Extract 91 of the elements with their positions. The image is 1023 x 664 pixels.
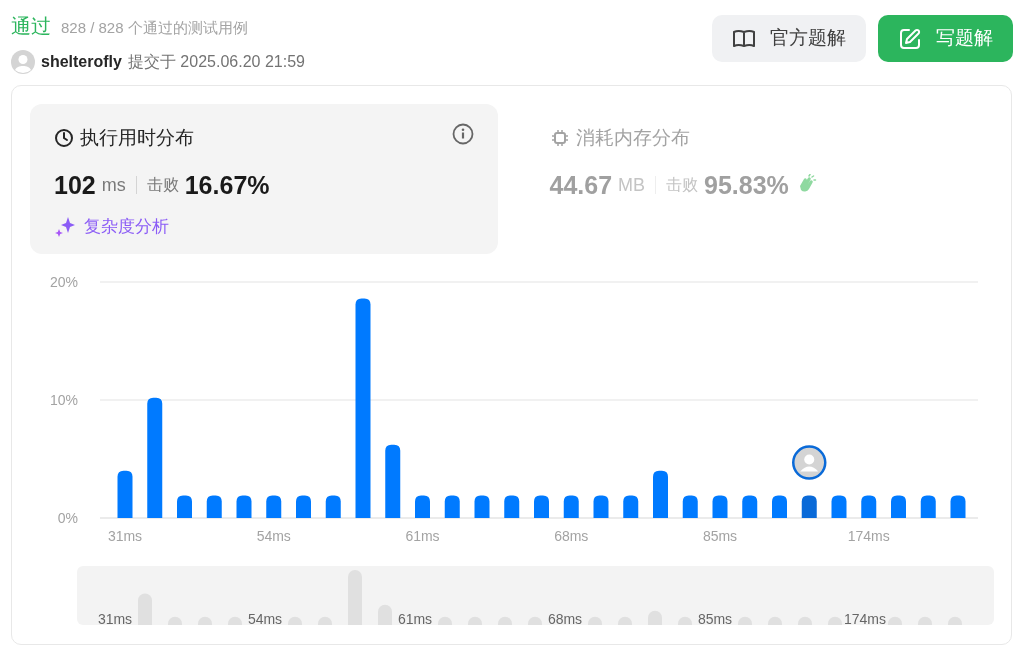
y-axis-label: 0% (57, 510, 78, 526)
x-axis-label: 61ms (405, 528, 440, 544)
metric-title: 执行用时分布 (80, 126, 194, 150)
y-axis-label: 20% (49, 274, 78, 290)
navigator-bar (828, 616, 842, 625)
info-icon[interactable] (451, 123, 474, 145)
histogram-bar[interactable] (296, 495, 311, 518)
histogram-bar[interactable] (682, 495, 698, 518)
histogram-bar[interactable] (444, 495, 460, 518)
navigator-bar (798, 616, 812, 625)
x-axis-label: 85ms (702, 528, 738, 544)
submission-avatar-marker (792, 445, 827, 480)
navigator-bar (198, 616, 212, 625)
metric-title: 消耗内存分布 (575, 126, 690, 150)
navigator-bar (138, 593, 152, 625)
navigator-bar (618, 616, 632, 625)
histogram-bar[interactable] (504, 495, 520, 518)
metric-value: 102 (54, 169, 96, 201)
x-axis-label: 54ms (256, 528, 291, 544)
navigator-bar (528, 616, 542, 625)
navigator-label: 68ms (547, 611, 583, 625)
navigator-bar (348, 569, 362, 625)
sparkle-icon (54, 215, 76, 238)
navigator-bar (378, 604, 392, 625)
clock-icon (54, 128, 74, 149)
navigator-bar (678, 616, 692, 625)
histogram-bar[interactable] (861, 495, 877, 518)
navigator-bar (468, 616, 482, 625)
metric-unit: MB (618, 173, 646, 197)
histogram-bar[interactable] (742, 495, 758, 518)
histogram-bar[interactable] (474, 495, 490, 518)
histogram-bar[interactable] (177, 495, 192, 518)
username[interactable]: shelterofly (41, 50, 122, 74)
navigator-label: 61ms (397, 611, 433, 625)
navigator-bar (288, 616, 302, 625)
avatar-icon (11, 50, 35, 74)
histogram-bar[interactable] (623, 495, 639, 518)
navigator-label: 174ms (844, 611, 886, 625)
histogram-bar[interactable] (831, 495, 847, 518)
histogram-bar[interactable] (950, 495, 966, 518)
histogram-bar[interactable] (236, 495, 252, 518)
beats-label: 击败 (146, 175, 179, 196)
navigator-bar (768, 616, 782, 625)
histogram-bar[interactable] (415, 495, 430, 518)
beats-percent: 16.67% (184, 169, 270, 201)
edit-icon (898, 26, 922, 51)
histogram-bar[interactable] (712, 495, 728, 518)
navigator-bar (648, 610, 662, 625)
navigator-label: 54ms (247, 611, 283, 625)
histogram-bar[interactable] (266, 495, 282, 518)
histogram-bar[interactable] (147, 397, 163, 518)
status-text: 通过 (11, 14, 51, 39)
histogram-bar[interactable] (772, 495, 787, 518)
y-axis-label: 10% (49, 392, 78, 408)
x-axis-label: 174ms (847, 528, 890, 544)
histogram-bar[interactable] (801, 495, 817, 518)
histogram-bar[interactable] (117, 470, 133, 518)
navigator-bar (888, 616, 902, 625)
histogram-bar[interactable] (920, 495, 936, 518)
navigator-bar (738, 616, 752, 625)
test-summary: 828 / 828 个通过的测试用例 (61, 18, 248, 38)
beats-percent: 95.83% (704, 169, 789, 201)
navigator-bar (498, 616, 512, 625)
navigator-bar (588, 616, 602, 625)
histogram-bar[interactable] (563, 495, 579, 518)
beats-label: 击败 (666, 175, 699, 196)
x-axis-label: 31ms (107, 528, 143, 544)
metric-card[interactable]: 执行用时分布 102 ms 击败 16.67% 复杂度分析 (30, 104, 498, 254)
submission-time: 提交于 2025.06.20 21:59 (127, 52, 305, 72)
histogram-bar[interactable] (653, 470, 668, 518)
chart-navigator[interactable]: 31ms 54ms 61ms 68ms 85ms 174ms (77, 566, 994, 625)
chip-icon (549, 128, 570, 149)
histogram-bar[interactable] (534, 495, 549, 518)
navigator-bar (948, 616, 962, 625)
navigator-label: 31ms (97, 611, 133, 625)
navigator-bar (918, 616, 932, 625)
metric-value: 44.67 (549, 169, 613, 201)
x-axis-label: 68ms (554, 528, 589, 544)
navigator-bar (438, 616, 452, 625)
navigator-bar (228, 616, 242, 625)
histogram-bar[interactable] (206, 495, 222, 518)
histogram-bar[interactable] (385, 444, 401, 518)
official-solution-button[interactable]: 官方题解 (712, 15, 866, 62)
navigator-bar (318, 616, 332, 625)
histogram-bar[interactable] (325, 495, 341, 518)
complexity-analysis-link[interactable]: 复杂度分析 (84, 214, 169, 240)
metric-unit: ms (101, 173, 126, 197)
navigator-label: 85ms (697, 611, 733, 625)
navigator-bar (168, 616, 182, 625)
histogram-bar[interactable] (593, 495, 609, 518)
histogram-bar[interactable] (891, 495, 906, 518)
